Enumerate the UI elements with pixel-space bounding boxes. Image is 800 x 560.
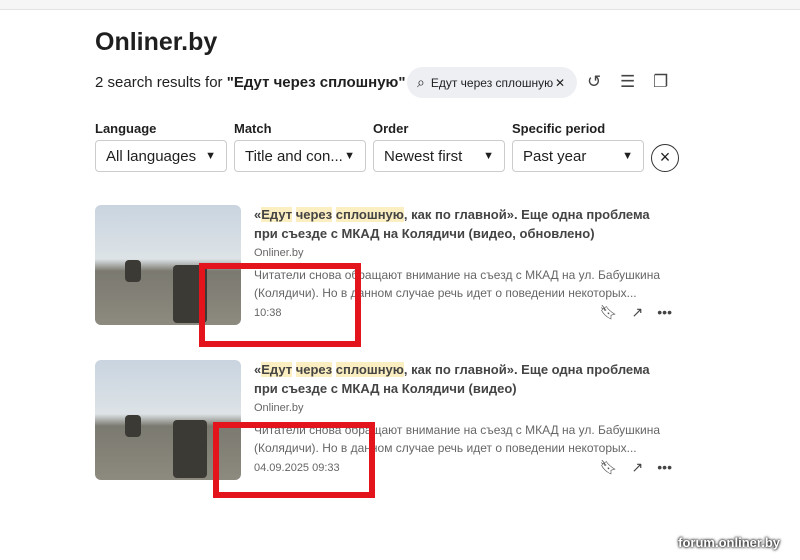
result-card[interactable]: «Едут через сплошную, как по главной». Е… — [95, 360, 675, 490]
select-value: Title and con... — [245, 147, 343, 165]
result-source: Onliner.by — [254, 402, 304, 414]
more-icon[interactable]: ••• — [657, 459, 672, 476]
dropdown-arrow-icon: ▼ — [344, 150, 355, 162]
share-icon[interactable]: ↗ — [632, 304, 644, 321]
search-icon: ⌕ — [417, 74, 425, 90]
order-select[interactable]: Newest first ▼ — [373, 140, 505, 172]
bookmark-icon[interactable]: 🔖︎ — [600, 304, 618, 321]
clear-search-icon[interactable]: ✕ — [555, 76, 565, 90]
select-value: Newest first — [384, 147, 463, 165]
red-annotation-box — [213, 422, 375, 498]
filter-label-language: Language — [95, 121, 157, 136]
layout-icon[interactable]: ☰ — [620, 72, 635, 92]
highlight: через — [295, 362, 333, 377]
filter-label-match: Match — [234, 121, 272, 136]
filter-label-period: Specific period — [512, 121, 606, 136]
highlight: Едут — [261, 362, 293, 377]
match-select[interactable]: Title and con... ▼ — [234, 140, 366, 172]
page-title: Onliner.by — [95, 28, 218, 56]
select-value: Past year — [523, 147, 587, 165]
result-title[interactable]: «Едут через сплошную, как по главной». Е… — [254, 360, 674, 398]
highlight: сплошную — [335, 207, 404, 222]
result-title[interactable]: «Едут через сплошную, как по главной». Е… — [254, 205, 674, 243]
select-all-icon[interactable]: ❐ — [653, 72, 668, 92]
browser-top-bar — [0, 0, 800, 10]
result-card[interactable]: «Едут через сплошную, как по главной». Е… — [95, 205, 675, 335]
result-source: Onliner.by — [254, 247, 304, 259]
results-summary: 2 search results for "Едут через сплошну… — [95, 74, 405, 91]
filter-label-order: Order — [373, 121, 409, 136]
search-input[interactable]: ⌕ Едут через сплошную ✕ — [407, 67, 577, 98]
highlight: Едут — [261, 207, 293, 222]
period-select[interactable]: Past year ▼ — [512, 140, 644, 172]
dropdown-arrow-icon: ▼ — [205, 150, 216, 162]
dropdown-arrow-icon: ▼ — [483, 150, 494, 162]
dropdown-arrow-icon: ▼ — [622, 150, 633, 162]
watermark: forum.onliner.by — [678, 535, 780, 550]
reset-icon[interactable]: ↺ — [587, 72, 601, 92]
language-select[interactable]: All languages ▼ — [95, 140, 227, 172]
summary-query: "Едут через сплошную" — [226, 74, 406, 91]
bookmark-icon[interactable]: 🔖︎ — [600, 459, 618, 476]
select-value: All languages — [106, 147, 197, 165]
share-icon[interactable]: ↗ — [632, 459, 644, 476]
highlight: через — [295, 207, 333, 222]
search-value: Едут через сплошную — [430, 75, 554, 90]
clear-filters-button[interactable]: × — [651, 144, 679, 172]
summary-prefix: 2 search results for — [95, 74, 227, 91]
red-annotation-box — [199, 263, 361, 347]
highlight: сплошную — [335, 362, 404, 377]
more-icon[interactable]: ••• — [657, 304, 672, 321]
